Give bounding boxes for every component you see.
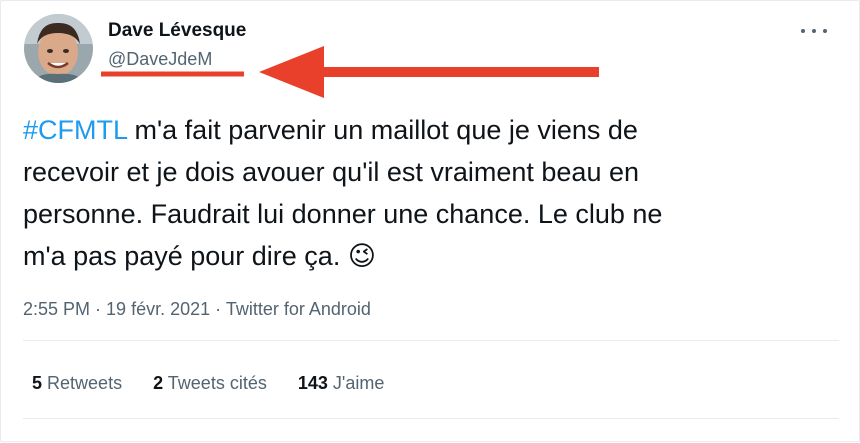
tweet-line-4: m'a pas payé pour dire ça. 😉: [23, 235, 823, 277]
tweet-text: #CFMTL m'a fait parvenir un maillot que …: [23, 109, 823, 277]
tweet-line-2: recevoir et je dois avouer qu'il est vra…: [23, 157, 639, 187]
tweet-time[interactable]: 2:55 PM: [23, 299, 90, 319]
retweets-count: 5: [32, 373, 43, 393]
quote-tweets-stat[interactable]: 2 Tweets cités: [153, 373, 267, 393]
meta-separator: ·: [210, 299, 226, 319]
tweet-stats: 5 Retweets 2 Tweets cités 143 J'aime: [32, 373, 410, 394]
tweet-line-1-rest: m'a fait parvenir un maillot que je vien…: [127, 115, 638, 145]
tweet-meta: 2:55 PM · 19 févr. 2021 · Twitter for An…: [23, 299, 371, 320]
divider: [23, 340, 839, 341]
tweet-card: Dave Lévesque @DaveJdeM #CFMTL m'a fait …: [0, 0, 860, 442]
likes-label: J'aime: [332, 373, 385, 393]
tweet-line-4-text: m'a pas payé pour dire ça.: [23, 241, 348, 271]
quotes-label: Tweets cités: [167, 373, 267, 393]
retweets-label: Retweets: [47, 373, 123, 393]
likes-count: 143: [297, 373, 328, 393]
wink-emoji-icon: 😉: [347, 241, 376, 271]
tweet-date[interactable]: 19 févr. 2021: [106, 299, 210, 319]
divider: [23, 418, 839, 419]
meta-separator: ·: [90, 299, 107, 319]
tweet-source[interactable]: Twitter for Android: [226, 299, 371, 319]
retweets-stat[interactable]: 5 Retweets: [32, 373, 122, 393]
quotes-count: 2: [153, 373, 164, 393]
likes-stat[interactable]: 143 J'aime: [298, 373, 385, 393]
tweet-line-1: #CFMTL m'a fait parvenir un maillot que …: [23, 109, 823, 151]
hashtag-link[interactable]: #CFMTL: [23, 115, 127, 145]
tweet-line-3: personne. Faudrait lui donner une chance…: [23, 199, 663, 229]
